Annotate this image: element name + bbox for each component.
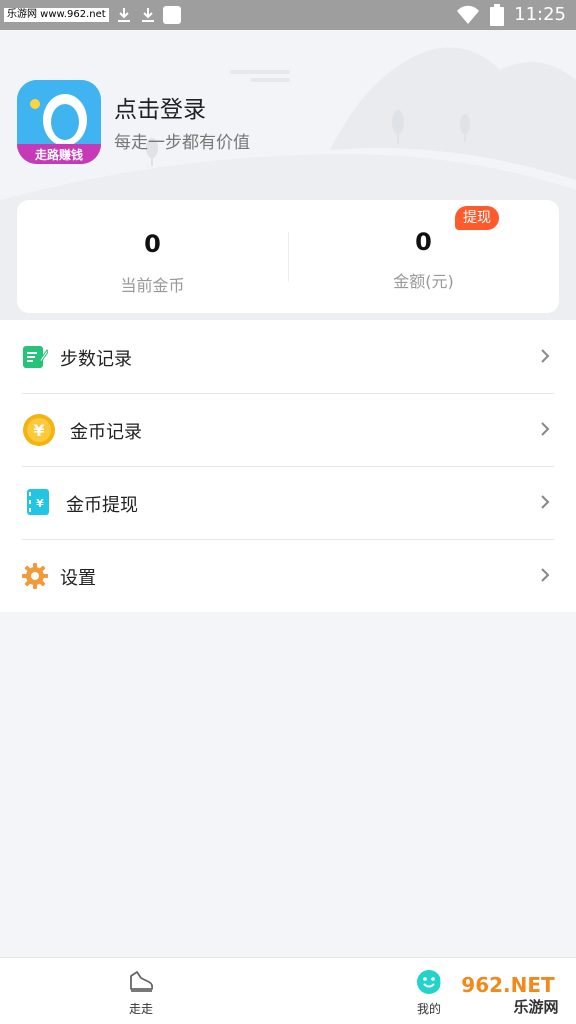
amount-stat[interactable]: 0 金额(元) <box>288 200 559 313</box>
amount-label: 金额(元) <box>393 272 454 291</box>
yuan-coin-icon: ¥ <box>23 414 55 446</box>
login-subtitle: 每走一步都有价值 <box>114 133 250 153</box>
menu-item-step-records[interactable]: 步数记录 <box>0 320 576 393</box>
tab-label: 走走 <box>128 1002 153 1016</box>
wallet-yuan-icon: ¥ <box>27 489 49 515</box>
menu-item-coin-withdraw[interactable]: ¥ 金币提现 <box>0 466 576 539</box>
footprint-logo-icon: 走路赚钱 <box>17 80 101 164</box>
clock: 11:25 <box>514 4 566 25</box>
menu-item-settings[interactable]: 设置 <box>0 539 576 612</box>
svg-text:¥: ¥ <box>33 421 44 440</box>
status-bar-left: 乐游网 www.962.net <box>4 6 181 24</box>
notification-square-icon <box>162 6 181 24</box>
tab-walk[interactable]: 走走 <box>0 958 288 1024</box>
menu-item-label: 设置 <box>60 568 96 589</box>
amount-value: 0 <box>415 228 432 256</box>
coins-value: 0 <box>144 230 161 258</box>
svg-text:¥: ¥ <box>36 497 44 510</box>
chevron-right-icon <box>541 349 550 363</box>
sneaker-icon <box>130 971 154 992</box>
menu-item-label: 金币提现 <box>66 495 138 516</box>
watermark-text-bottom: 乐游网 <box>513 998 558 1016</box>
battery-icon <box>490 4 505 26</box>
watermark-text-top: 962.NET <box>461 973 555 997</box>
coins-label: 当前金币 <box>120 276 185 295</box>
notepad-icon <box>23 346 48 368</box>
menu-item-label: 金币记录 <box>70 422 142 443</box>
menu-item-label: 步数记录 <box>60 349 132 370</box>
status-bar-right: 11:25 <box>456 4 566 26</box>
download-icon <box>141 8 154 22</box>
menu-item-coin-records[interactable]: ¥ 金币记录 <box>0 393 576 466</box>
coins-stat[interactable]: 0 当前金币 <box>17 200 288 313</box>
chevron-right-icon <box>541 568 550 582</box>
chevron-right-icon <box>541 422 550 436</box>
chevron-right-icon <box>541 495 550 509</box>
avatar-caption: 走路赚钱 <box>35 147 83 162</box>
watermark-logo: 962.NET 乐游网 <box>440 970 572 1018</box>
menu-list: 步数记录 ¥ 金币记录 ¥ 金币提现 设置 <box>0 320 576 612</box>
wifi-icon <box>457 5 480 24</box>
download-icon <box>117 8 130 22</box>
app-avatar[interactable]: 走路赚钱 <box>17 80 101 164</box>
login-title[interactable]: 点击登录 <box>114 90 206 124</box>
withdraw-badge[interactable]: 提现 <box>455 206 499 230</box>
status-bar: 乐游网 www.962.net 11:25 <box>0 0 576 30</box>
site-label: 乐游网 www.962.net <box>4 8 109 22</box>
smiley-icon <box>417 970 441 994</box>
gear-icon <box>22 563 48 589</box>
